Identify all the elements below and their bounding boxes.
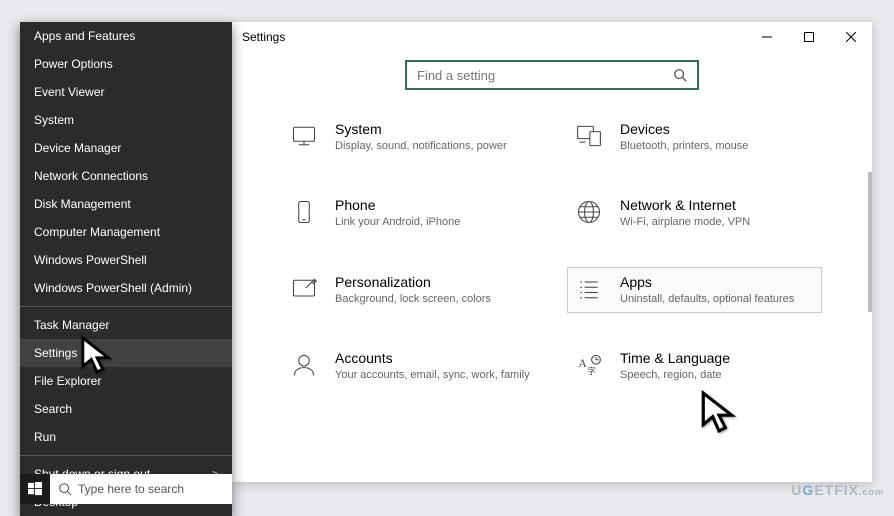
tile-network[interactable]: Network & Internet Wi-Fi, airplane mode, … bbox=[567, 190, 822, 236]
tile-desc: Bluetooth, printers, mouse bbox=[620, 139, 815, 153]
menu-item-windows-powershell[interactable]: Windows PowerShell bbox=[20, 246, 232, 274]
scrollbar[interactable] bbox=[868, 172, 872, 312]
menu-item-label: Power Options bbox=[34, 57, 113, 71]
tile-personalization[interactable]: Personalization Background, lock screen, … bbox=[282, 267, 537, 313]
tile-text: Personalization Background, lock screen, … bbox=[335, 274, 530, 306]
close-button[interactable] bbox=[830, 22, 872, 52]
menu-item-label: Settings bbox=[34, 346, 77, 360]
menu-separator bbox=[20, 455, 232, 456]
system-icon bbox=[289, 121, 319, 151]
tile-system[interactable]: System Display, sound, notifications, pow… bbox=[282, 114, 537, 160]
taskbar: Type here to search bbox=[20, 474, 232, 504]
menu-group-b: Task Manager Settings File Explorer Search R… bbox=[20, 311, 232, 451]
menu-item-label: Task Manager bbox=[34, 318, 109, 332]
windows-logo-icon bbox=[28, 482, 42, 496]
window-controls bbox=[746, 22, 872, 52]
menu-item-disk-management[interactable]: Disk Management bbox=[20, 190, 232, 218]
tile-text: Phone Link your Android, iPhone bbox=[335, 197, 530, 229]
start-button[interactable] bbox=[20, 474, 50, 504]
settings-grid: System Display, sound, notifications, pow… bbox=[232, 114, 872, 389]
menu-item-network-connections[interactable]: Network Connections bbox=[20, 162, 232, 190]
tile-apps[interactable]: Apps Uninstall, defaults, optional featur… bbox=[567, 267, 822, 313]
menu-item-label: Computer Management bbox=[34, 225, 160, 239]
menu-item-label: Event Viewer bbox=[34, 85, 104, 99]
tile-desc: Background, lock screen, colors bbox=[335, 292, 530, 306]
tile-desc: Uninstall, defaults, optional features bbox=[620, 292, 815, 306]
menu-item-label: Disk Management bbox=[34, 197, 131, 211]
tile-desc: Wi-Fi, airplane mode, VPN bbox=[620, 215, 815, 229]
taskbar-search-placeholder: Type here to search bbox=[78, 482, 184, 496]
winx-context-menu: Apps and Features Power Options Event View… bbox=[20, 22, 232, 516]
menu-item-power-options[interactable]: Power Options bbox=[20, 50, 232, 78]
menu-item-file-explorer[interactable]: File Explorer bbox=[20, 367, 232, 395]
search-icon bbox=[673, 68, 687, 82]
menu-item-run[interactable]: Run bbox=[20, 423, 232, 451]
tile-title: Time & Language bbox=[620, 350, 815, 366]
settings-window: Settings Find a setting System Display, s… bbox=[232, 22, 872, 482]
find-setting-input[interactable]: Find a setting bbox=[405, 60, 699, 90]
tile-text: Apps Uninstall, defaults, optional featur… bbox=[620, 274, 815, 306]
tile-desc: Link your Android, iPhone bbox=[335, 215, 530, 229]
watermark: UGETFIX.com bbox=[791, 482, 884, 498]
taskbar-search[interactable]: Type here to search bbox=[50, 474, 232, 504]
tile-title: Devices bbox=[620, 121, 815, 137]
devices-icon bbox=[574, 121, 604, 151]
menu-item-label: Network Connections bbox=[34, 169, 148, 183]
tile-phone[interactable]: Phone Link your Android, iPhone bbox=[282, 190, 537, 236]
minimize-button[interactable] bbox=[746, 22, 788, 52]
window-title: Settings bbox=[242, 30, 285, 44]
network-icon bbox=[574, 197, 604, 227]
time-icon bbox=[574, 350, 604, 380]
tile-title: System bbox=[335, 121, 530, 137]
apps-icon bbox=[574, 274, 604, 304]
maximize-button[interactable] bbox=[788, 22, 830, 52]
menu-item-label: System bbox=[34, 113, 74, 127]
menu-item-label: Device Manager bbox=[34, 141, 121, 155]
tile-accounts[interactable]: Accounts Your accounts, email, sync, work… bbox=[282, 343, 537, 389]
tile-title: Personalization bbox=[335, 274, 530, 290]
find-setting-placeholder: Find a setting bbox=[417, 68, 495, 83]
tile-text: Network & Internet Wi-Fi, airplane mode, … bbox=[620, 197, 815, 229]
tile-desc: Your accounts, email, sync, work, family bbox=[335, 368, 530, 382]
menu-item-search[interactable]: Search bbox=[20, 395, 232, 423]
tile-text: Devices Bluetooth, printers, mouse bbox=[620, 121, 815, 153]
menu-item-label: Windows PowerShell bbox=[34, 253, 147, 267]
titlebar: Settings bbox=[232, 22, 872, 52]
accounts-icon bbox=[289, 350, 319, 380]
menu-item-apps-and-features[interactable]: Apps and Features bbox=[20, 22, 232, 50]
menu-item-label: Run bbox=[34, 430, 56, 444]
tile-title: Apps bbox=[620, 274, 815, 290]
search-icon bbox=[58, 482, 72, 496]
tile-text: System Display, sound, notifications, pow… bbox=[335, 121, 530, 153]
tile-title: Phone bbox=[335, 197, 530, 213]
tile-text: Time & Language Speech, region, date bbox=[620, 350, 815, 382]
menu-item-label: Search bbox=[34, 402, 72, 416]
menu-item-system[interactable]: System bbox=[20, 106, 232, 134]
menu-separator bbox=[20, 306, 232, 307]
menu-item-event-viewer[interactable]: Event Viewer bbox=[20, 78, 232, 106]
tile-title: Network & Internet bbox=[620, 197, 815, 213]
tile-title: Accounts bbox=[335, 350, 530, 366]
tile-desc: Display, sound, notifications, power bbox=[335, 139, 530, 153]
menu-group-a: Apps and Features Power Options Event View… bbox=[20, 22, 232, 302]
tile-devices[interactable]: Devices Bluetooth, printers, mouse bbox=[567, 114, 822, 160]
menu-item-label: Apps and Features bbox=[34, 29, 135, 43]
personalization-icon bbox=[289, 274, 319, 304]
menu-item-device-manager[interactable]: Device Manager bbox=[20, 134, 232, 162]
tile-desc: Speech, region, date bbox=[620, 368, 815, 382]
cursor-1 bbox=[80, 335, 114, 380]
menu-item-task-manager[interactable]: Task Manager bbox=[20, 311, 232, 339]
settings-body: Find a setting System Display, sound, not… bbox=[232, 52, 872, 482]
tile-time[interactable]: Time & Language Speech, region, date bbox=[567, 343, 822, 389]
menu-item-label: Windows PowerShell (Admin) bbox=[34, 281, 192, 295]
search-wrap: Find a setting bbox=[232, 52, 872, 114]
phone-icon bbox=[289, 197, 319, 227]
menu-item-windows-powershell-admin-[interactable]: Windows PowerShell (Admin) bbox=[20, 274, 232, 302]
cursor-2 bbox=[700, 390, 738, 439]
menu-item-settings[interactable]: Settings bbox=[20, 339, 232, 367]
tile-text: Accounts Your accounts, email, sync, work… bbox=[335, 350, 530, 382]
menu-item-computer-management[interactable]: Computer Management bbox=[20, 218, 232, 246]
